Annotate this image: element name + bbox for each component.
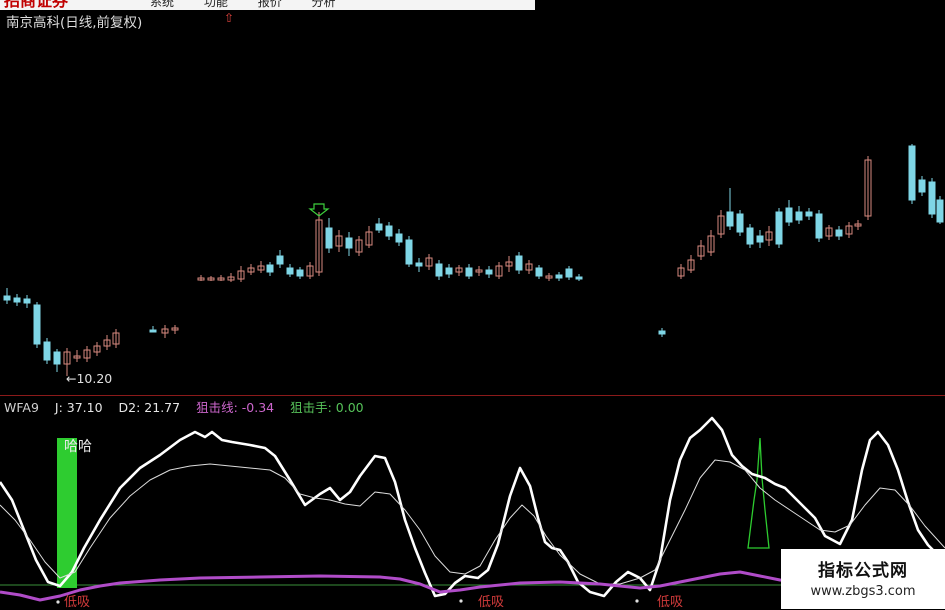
candle-body (918, 179, 926, 193)
marker-dot (56, 600, 60, 604)
candle-body (149, 329, 157, 333)
candle-body (785, 207, 793, 223)
watermark: 指标公式网 www.zbgs3.com (781, 549, 945, 609)
candle-body (435, 263, 443, 277)
candle-body (485, 269, 493, 275)
low-price-label: ←10.20 (66, 371, 113, 386)
candle-body (726, 211, 734, 227)
candle-body (33, 304, 41, 345)
candle-body (746, 227, 754, 245)
indicator-sniper-line-value: 狙击线: -0.34 (196, 400, 275, 415)
candle-body (266, 264, 274, 273)
candle-body (375, 223, 383, 231)
indicator-d2-value: D2: 21.77 (118, 400, 181, 415)
candle-body (555, 274, 563, 279)
indicator-sniper-value: 狙击手: 0.00 (290, 400, 364, 415)
candle-body (415, 262, 423, 267)
low-buy-label: 低吸 (64, 595, 91, 610)
indicator-j-value: J: 37.10 (54, 400, 103, 415)
candle-body (465, 267, 473, 277)
panel-separator (0, 395, 945, 396)
candle-body (565, 268, 573, 278)
indicator-name[interactable]: WFA9 (4, 400, 39, 415)
candle-body (928, 181, 936, 215)
candle-body (325, 227, 333, 249)
candle-body (936, 199, 944, 223)
watermark-title: 指标公式网 (818, 561, 908, 581)
candle-body (286, 267, 294, 275)
watermark-url: www.zbgs3.com (810, 584, 916, 599)
candle-body (658, 330, 666, 335)
candle-body (445, 267, 453, 275)
candle-body (3, 295, 11, 301)
chart-canvas[interactable] (0, 0, 945, 609)
candle-body (908, 145, 916, 201)
low-buy-label: 低吸 (478, 595, 505, 610)
candle-body (736, 213, 744, 233)
candle-body (23, 298, 31, 304)
candle-body (53, 351, 61, 365)
candle-body (775, 211, 783, 245)
candle-body (515, 255, 523, 271)
candle-body (405, 239, 413, 265)
candle-body (395, 233, 403, 243)
candle-body (756, 235, 764, 243)
candle-body (805, 211, 813, 217)
candle-body (296, 269, 304, 277)
low-buy-label: 低吸 (657, 595, 684, 610)
candle-body (276, 255, 284, 265)
indicator-legend: WFA9 J: 37.10 D2: 21.77 狙击线: -0.34 狙击手: … (4, 397, 376, 416)
marker-dot (635, 599, 639, 603)
candle-body (385, 225, 393, 237)
candle-body (835, 229, 843, 237)
marker-dot (459, 599, 463, 603)
candle-body (815, 213, 823, 239)
candle-body (575, 276, 583, 280)
candle-body (795, 211, 803, 221)
candle-body (43, 341, 51, 361)
candle-body (535, 267, 543, 277)
signal-text: 哈哈 (64, 439, 92, 455)
candle-body (345, 237, 353, 249)
candle-body (13, 297, 21, 303)
